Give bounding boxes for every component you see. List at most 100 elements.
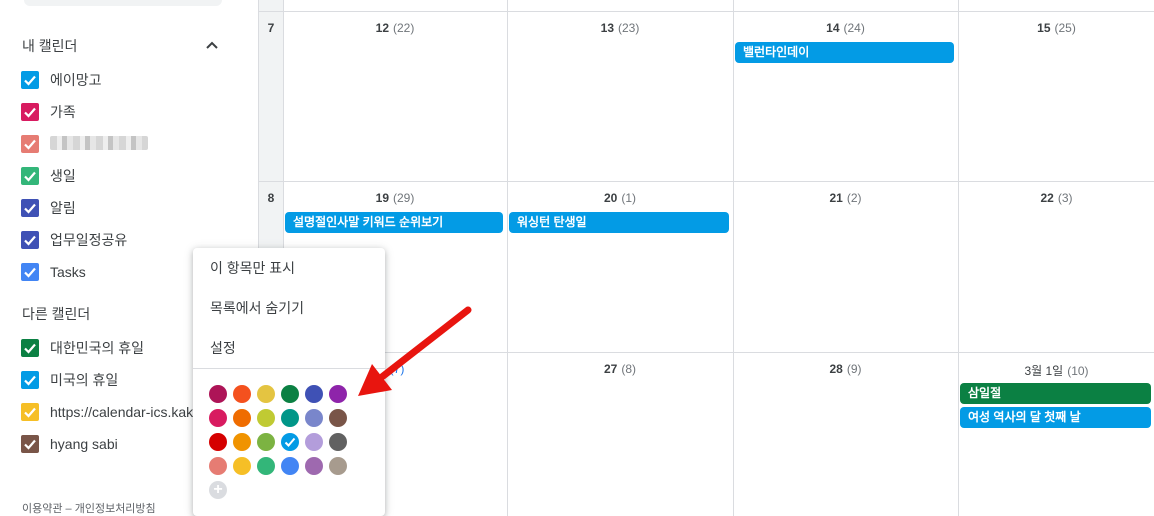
color-swatch[interactable] <box>305 433 323 451</box>
calendar-label: 알림 <box>50 200 76 216</box>
color-swatch[interactable] <box>257 457 275 475</box>
color-swatch[interactable] <box>329 457 347 475</box>
my-calendar-item[interactable]: 생일 <box>0 160 258 192</box>
checkbox-checked-icon[interactable] <box>21 71 39 89</box>
color-swatch[interactable] <box>281 409 299 427</box>
menu-item-display-only-this[interactable]: 이 항목만 표시 <box>193 248 385 288</box>
lunar-date: (24) <box>843 21 865 35</box>
lunar-date: (3) <box>1057 191 1073 205</box>
month-grid: 7 12 (22) 13 (23) 14 (24) 15 (25) 8 19 (29) 20 (1) 21(… <box>258 0 1154 516</box>
day-number[interactable]: 28 (9) <box>733 362 958 376</box>
solar-date: 3월 1일 <box>1024 364 1064 378</box>
day-number[interactable]: 12 (22) <box>283 21 507 35</box>
event-chip[interactable]: 밸런타인데이 <box>735 42 954 63</box>
color-swatch[interactable] <box>305 409 323 427</box>
color-swatch[interactable] <box>305 457 323 475</box>
lunar-date: (10) <box>1067 364 1089 378</box>
chevron-up-icon[interactable] <box>202 36 222 56</box>
week-number: 8 <box>259 191 283 205</box>
color-swatch[interactable] <box>329 385 347 403</box>
solar-date: 15 <box>1037 21 1051 35</box>
day-number[interactable]: 22 (3) <box>958 191 1154 205</box>
calendar-label: 업무일정공유 <box>50 232 128 248</box>
solar-date: 12 <box>375 21 389 35</box>
color-swatch[interactable] <box>233 385 251 403</box>
my-calendars-title: 내 캘린더 <box>22 38 78 54</box>
day-number[interactable]: 15 (25) <box>958 21 1154 35</box>
color-swatch[interactable] <box>209 385 227 403</box>
color-swatch[interactable] <box>281 385 299 403</box>
color-swatch[interactable] <box>329 433 347 451</box>
lunar-date: (8) <box>621 362 637 376</box>
solar-date: 22 <box>1040 191 1054 205</box>
day-number[interactable]: 13 (23) <box>507 21 733 35</box>
solar-date: 19 <box>375 191 389 205</box>
color-swatch[interactable] <box>257 409 275 427</box>
checkbox-checked-icon[interactable] <box>21 103 39 121</box>
lunar-date: (25) <box>1054 21 1076 35</box>
lunar-date: (29) <box>393 191 415 205</box>
day-number[interactable]: 21 (2) <box>733 191 958 205</box>
color-swatch[interactable] <box>233 433 251 451</box>
day-number[interactable]: 3월 1일 (10) <box>958 362 1154 379</box>
checkbox-checked-icon[interactable] <box>21 403 39 421</box>
solar-date: 21 <box>829 191 843 205</box>
calendar-label: 미국의 휴일 <box>50 372 119 388</box>
color-swatch[interactable] <box>233 457 251 475</box>
checkbox-checked-icon[interactable] <box>21 435 39 453</box>
checkbox-checked-icon[interactable] <box>21 263 39 281</box>
day-number[interactable]: 19 (29) <box>283 191 507 205</box>
day-number[interactable]: 14 (24) <box>733 21 958 35</box>
lunar-date: (9) <box>846 362 862 376</box>
event-chip[interactable]: 여성 역사의 달 첫째 날 <box>960 407 1151 428</box>
checkbox-checked-icon[interactable] <box>21 135 39 153</box>
calendar-label: 에이망고 <box>50 72 102 88</box>
blurred-text <box>50 135 148 150</box>
calendar-options-menu: 이 항목만 표시 목록에서 숨기기 설정 + <box>193 248 385 516</box>
week-row <box>259 12 1154 182</box>
my-calendar-item[interactable] <box>0 128 258 160</box>
checkbox-checked-icon[interactable] <box>21 199 39 217</box>
week-row <box>259 182 1154 353</box>
color-swatch[interactable] <box>305 385 323 403</box>
other-calendars-title: 다른 캘린더 <box>22 306 91 322</box>
checkbox-checked-icon[interactable] <box>21 231 39 249</box>
solar-date: 20 <box>603 191 618 205</box>
solar-date: 28 <box>829 362 843 376</box>
my-calendar-item[interactable]: 알림 <box>0 192 258 224</box>
event-chip[interactable]: 워싱턴 탄생일 <box>509 212 729 233</box>
my-calendars-header[interactable]: 내 캘린더 <box>0 30 258 62</box>
lunar-date: (2) <box>846 191 862 205</box>
my-calendar-item[interactable]: 가족 <box>0 96 258 128</box>
checkbox-checked-icon[interactable] <box>21 339 39 357</box>
color-swatch[interactable] <box>257 385 275 403</box>
color-swatch[interactable] <box>257 433 275 451</box>
checkbox-checked-icon[interactable] <box>21 371 39 389</box>
color-swatch[interactable] <box>281 457 299 475</box>
plus-icon[interactable]: + <box>209 481 227 499</box>
lunar-date: (22) <box>393 21 415 35</box>
color-swatch[interactable] <box>329 409 347 427</box>
calendar-label: 대한민국의 휴일 <box>50 340 145 356</box>
color-swatch[interactable] <box>233 409 251 427</box>
solar-date: 27 <box>603 362 618 376</box>
color-swatch[interactable] <box>209 457 227 475</box>
day-number[interactable]: 20 (1) <box>507 191 733 205</box>
color-swatch[interactable] <box>209 433 227 451</box>
event-chip[interactable]: 삼일절 <box>960 383 1151 404</box>
week-row-top-edge <box>259 0 1154 12</box>
color-swatch-selected[interactable] <box>281 433 299 451</box>
color-swatch[interactable] <box>209 409 227 427</box>
lunar-date: (7) <box>389 362 405 376</box>
search-people-field[interactable] <box>24 0 222 6</box>
my-calendar-item[interactable]: 에이망고 <box>0 64 258 96</box>
lunar-date: (23) <box>618 21 640 35</box>
calendar-label: 가족 <box>50 104 76 120</box>
menu-item-hide-from-list[interactable]: 목록에서 숨기기 <box>193 288 385 328</box>
footer-links[interactable]: 이용약관 – 개인정보처리방침 <box>22 500 156 516</box>
checkbox-checked-icon[interactable] <box>21 167 39 185</box>
solar-date: 13 <box>600 21 614 35</box>
event-chip[interactable]: 설명절인사말 키워드 순위보기 <box>285 212 503 233</box>
menu-item-settings[interactable]: 설정 <box>193 328 385 368</box>
day-number[interactable]: 27 (8) <box>507 362 733 376</box>
